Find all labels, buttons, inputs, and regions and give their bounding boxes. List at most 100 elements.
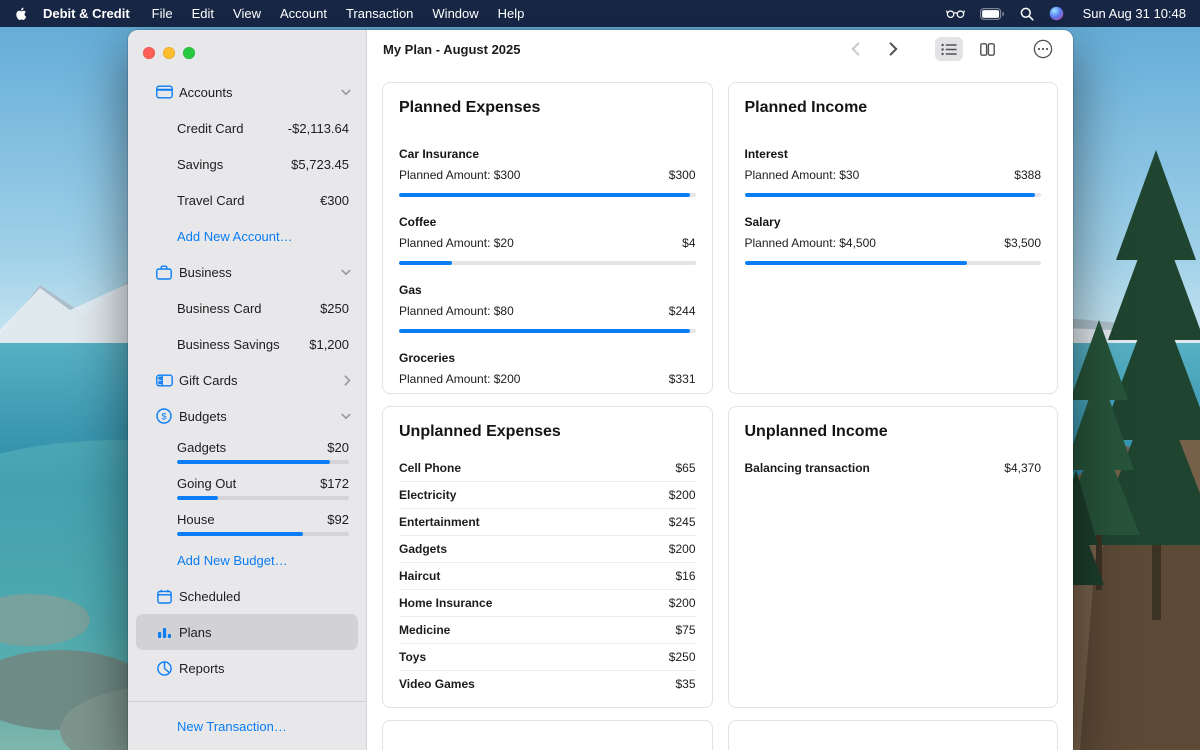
unplanned-row-video-games[interactable]: Video Games $35 [399,671,696,697]
siri-icon[interactable] [1049,6,1064,21]
unplanned-row-balancing-transaction[interactable]: Balancing transaction $4,370 [745,455,1042,481]
plan-entry-gas[interactable]: Gas Planned Amount: $80 $244 [399,283,696,333]
unplanned-row-toys[interactable]: Toys $250 [399,644,696,671]
list-view-button[interactable] [935,37,963,61]
account-row-travel-card[interactable]: Travel Card €300 [128,182,366,218]
account-row-credit-card[interactable]: Credit Card -$2,113.64 [128,110,366,146]
budget-row-going-out[interactable]: Going Out $172 [128,470,366,506]
close-button[interactable] [143,47,155,59]
sidebar-group-accounts[interactable]: Accounts [128,74,366,110]
dollar-circle-icon: $ [155,408,173,424]
menu-help[interactable]: Help [498,6,525,21]
calendar-icon [155,589,173,604]
sidebar-scroll[interactable]: Accounts Credit Card -$2,113.64 Savings … [128,74,366,701]
entry-name: Car Insurance [399,147,696,161]
entry-progress-bar [399,329,696,333]
menubar-status-area: Sun Aug 31 10:48 [946,6,1186,21]
spotlight-search-icon[interactable] [1020,7,1034,21]
forward-button[interactable] [879,37,907,61]
menu-file[interactable]: File [152,6,173,21]
sidebar-group-budgets[interactable]: $ Budgets [128,398,366,434]
chevron-down-icon[interactable] [341,89,351,96]
zoom-button[interactable] [183,47,195,59]
row-name: Cell Phone [399,461,461,475]
unplanned-row-entertainment[interactable]: Entertainment $245 [399,509,696,536]
menu-transaction[interactable]: Transaction [346,6,413,21]
plan-entry-groceries[interactable]: Groceries Planned Amount: $200 $331 [399,351,696,394]
budget-name: Gadgets [177,440,327,455]
new-transaction-link[interactable]: New Transaction… [128,701,366,750]
budget-remaining: $172 [320,476,349,491]
chevron-down-icon[interactable] [341,269,351,276]
menubar-app-name[interactable]: Debit & Credit [43,6,130,21]
sidebar-group-gift-cards[interactable]: Gift Cards [128,362,366,398]
account-row-business-card[interactable]: Business Card $250 [128,290,366,326]
sidebar-item-label: Scheduled [179,589,240,604]
unplanned-row-haircut[interactable]: Haircut $16 [399,563,696,590]
plan-entry-coffee[interactable]: Coffee Planned Amount: $20 $4 [399,215,696,265]
chevron-down-icon[interactable] [341,413,351,420]
main-area: My Plan - August 2025 [367,30,1073,750]
column-view-button[interactable] [973,37,1001,61]
add-new-budget-link[interactable]: Add New Budget… [128,542,366,578]
minimize-button[interactable] [163,47,175,59]
menu-view[interactable]: View [233,6,261,21]
row-name: Gadgets [399,542,447,556]
budget-progress-bar [177,496,349,500]
sidebar-item-reports[interactable]: Reports [136,650,358,686]
budget-name: House [177,512,327,527]
planned-amount-label: Planned Amount: $4,500 [745,236,876,250]
page-title: My Plan - August 2025 [383,42,521,57]
planned-amount-label: Planned Amount: $30 [745,168,860,182]
row-name: Electricity [399,488,456,502]
plan-entry-car-insurance[interactable]: Car Insurance Planned Amount: $300 $300 [399,147,696,197]
entry-progress-bar [745,193,1042,197]
planned-amount-label: Planned Amount: $20 [399,236,514,250]
gift-card-icon [155,373,173,387]
budget-remaining: $92 [327,512,349,527]
menu-window[interactable]: Window [432,6,478,21]
menu-bar: Debit & Credit File Edit View Account Tr… [0,0,1200,27]
card-title: Planned Income [745,99,1042,117]
entry-name: Coffee [399,215,696,229]
account-row-business-savings[interactable]: Business Savings $1,200 [128,326,366,362]
account-row-savings[interactable]: Savings $5,723.45 [128,146,366,182]
window-controls [128,30,366,74]
planned-amount-label: Planned Amount: $300 [399,168,520,182]
plan-entry-salary[interactable]: Salary Planned Amount: $4,500 $3,500 [745,215,1042,265]
apple-menu[interactable] [14,6,27,22]
budget-row-gadgets[interactable]: Gadgets $20 [128,434,366,470]
chevron-right-icon[interactable] [344,375,351,386]
plan-entry-interest[interactable]: Interest Planned Amount: $30 $388 [745,147,1042,197]
budget-row-house[interactable]: House $92 [128,506,366,542]
back-button[interactable] [841,37,869,61]
glasses-icon[interactable] [946,8,965,19]
sidebar-item-plans[interactable]: Plans [136,614,358,650]
row-name: Balancing transaction [745,461,870,475]
plan-content[interactable]: Planned Expenses Car Insurance Planned A… [367,68,1073,750]
unplanned-row-home-insurance[interactable]: Home Insurance $200 [399,590,696,617]
row-amount: $65 [675,461,695,475]
entry-name: Interest [745,147,1042,161]
battery-icon[interactable] [980,8,1005,20]
unplanned-row-gadgets[interactable]: Gadgets $200 [399,536,696,563]
add-new-account-link[interactable]: Add New Account… [128,218,366,254]
menubar-clock[interactable]: Sun Aug 31 10:48 [1083,6,1186,21]
sidebar-item-scheduled[interactable]: Scheduled [136,578,358,614]
entry-name: Groceries [399,351,696,365]
unplanned-row-medicine[interactable]: Medicine $75 [399,617,696,644]
unplanned-row-cell-phone[interactable]: Cell Phone $65 [399,455,696,482]
sidebar-group-business[interactable]: Business [128,254,366,290]
row-name: Medicine [399,623,450,637]
row-amount: $35 [675,677,695,691]
row-amount: $200 [669,596,696,610]
unplanned-row-electricity[interactable]: Electricity $200 [399,482,696,509]
sidebar: Accounts Credit Card -$2,113.64 Savings … [128,30,367,750]
next-card-stub [728,720,1059,750]
more-options-button[interactable] [1029,37,1057,61]
menu-edit[interactable]: Edit [192,6,214,21]
menu-account[interactable]: Account [280,6,327,21]
row-amount: $16 [675,569,695,583]
planned-expenses-card: Planned Expenses Car Insurance Planned A… [382,82,713,394]
entry-progress-bar [745,261,1042,265]
